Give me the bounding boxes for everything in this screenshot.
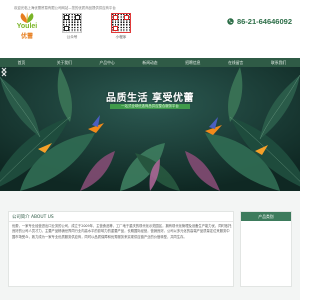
qr-label-official-account: 公众号 bbox=[66, 35, 78, 39]
nav-item-message[interactable]: 在线留言 bbox=[214, 58, 257, 67]
hotline: 86-21-64646092 bbox=[227, 17, 292, 26]
phone-icon bbox=[227, 18, 234, 25]
about-text: 优蕾，一家专业经营进出口业务的公司，成立于2009年，主营食品等，工厂地于重庆的… bbox=[12, 224, 232, 239]
nav-item-news[interactable]: 新闻动态 bbox=[129, 58, 172, 67]
tropical-leaves-image bbox=[0, 67, 300, 191]
mini-program-qr-icon bbox=[111, 13, 131, 33]
content-section: 公司简介 ABOUT US 优蕾，一家专业经营进出口业务的公司，成立于2009年… bbox=[0, 191, 300, 300]
logo-text-en: Youlei bbox=[16, 23, 38, 30]
nav-item-about[interactable]: 关于我们 bbox=[43, 58, 86, 67]
wechat-official-qr-icon bbox=[62, 13, 82, 33]
nav-item-contact[interactable]: 联系我们 bbox=[257, 58, 300, 67]
nav-item-products[interactable]: 产品中心 bbox=[86, 58, 129, 67]
categories-title[interactable]: 产品类别 bbox=[241, 212, 291, 221]
site-header: 欢迎光临上海优蕾贸易有限公司网站—您的优质商品提供供应商平台 Youlei 优蕾… bbox=[0, 0, 300, 58]
nav-item-home[interactable]: 首页 bbox=[0, 58, 43, 67]
welcome-tagline: 欢迎光临上海优蕾贸易有限公司网站—您的优质商品提供供应商平台 bbox=[14, 6, 116, 10]
site-logo[interactable]: Youlei 优蕾 bbox=[14, 12, 40, 40]
main-nav: 首页 关于我们 产品中心 新闻动态 招聘信息 在线留言 联系我们 bbox=[0, 58, 300, 67]
logo-text-cn: 优蕾 bbox=[20, 33, 33, 40]
qr-label-mini-program: 小程序 bbox=[115, 35, 127, 39]
banner-subtitle: 一站式全球优选商品供应整合服务平台 bbox=[110, 104, 190, 109]
product-categories-panel: 产品类别 bbox=[240, 211, 292, 287]
divider bbox=[9, 221, 233, 222]
phone-number: 86-21-64646092 bbox=[236, 17, 292, 26]
hero-banner[interactable]: 品质生活 享受优蕾 一站式全球优选商品供应整合服务平台 bbox=[0, 67, 300, 191]
nav-item-jobs[interactable]: 招聘信息 bbox=[171, 58, 214, 67]
about-title[interactable]: 公司简介 ABOUT US bbox=[12, 214, 54, 220]
about-panel: 公司简介 ABOUT US 优蕾，一家专业经营进出口业务的公司，成立于2009年… bbox=[8, 211, 234, 287]
chevron-right-icon[interactable] bbox=[0, 67, 8, 77]
banner-title: 品质生活 享受优蕾 bbox=[106, 93, 194, 104]
